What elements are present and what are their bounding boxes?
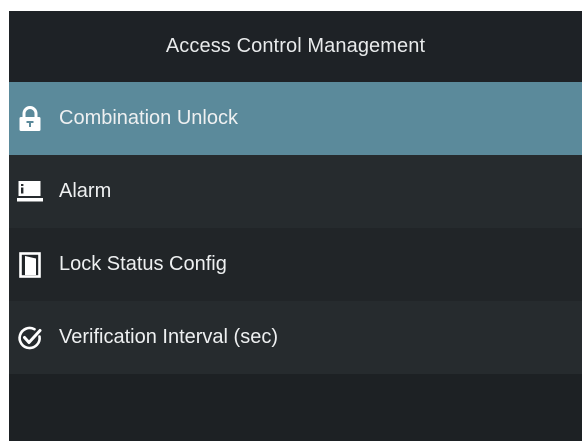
menu-item-verification-interval[interactable]: Verification Interval (sec) xyxy=(9,301,582,374)
door-icon xyxy=(17,251,43,278)
page-title-bar: Access Control Management xyxy=(9,11,582,82)
menu-item-alarm[interactable]: Alarm xyxy=(9,155,582,228)
menu-item-combination-unlock[interactable]: Combination Unlock xyxy=(9,82,582,155)
empty-area xyxy=(9,374,582,441)
alarm-panel-icon xyxy=(17,179,43,205)
menu-item-label: Verification Interval (sec) xyxy=(59,326,278,348)
menu-item-label: Alarm xyxy=(59,180,112,202)
page-title: Access Control Management xyxy=(165,35,426,57)
menu-item-label: Combination Unlock xyxy=(59,107,238,129)
menu-item-label: Lock Status Config xyxy=(59,253,227,275)
menu-item-lock-status-config[interactable]: Lock Status Config xyxy=(9,228,582,301)
check-circle-icon xyxy=(17,325,43,351)
access-control-screen: Access Control Management Combination Un… xyxy=(9,11,582,441)
padlock-icon xyxy=(17,105,43,132)
